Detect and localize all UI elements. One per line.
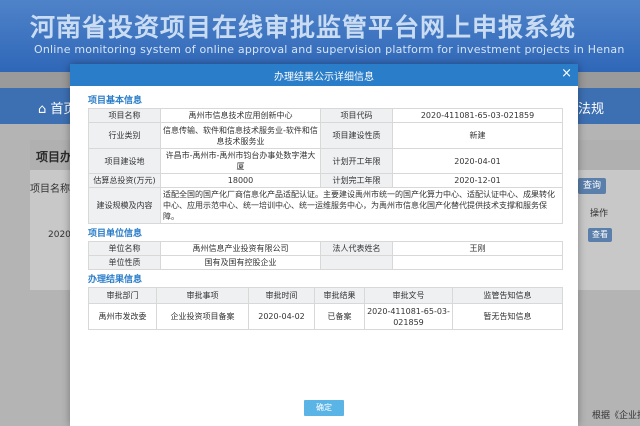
empty-cell [320, 255, 393, 270]
table-row: 单位名称 禹州信息产业投资有限公司 法人代表姓名 王刚 [88, 241, 563, 256]
value-project-name: 禹州市信息技术应用创新中心 [160, 108, 321, 123]
modal-titlebar: 办理结果公示详细信息 × [70, 64, 578, 86]
value-project-code: 2020-411081-65-03-021859 [392, 108, 563, 123]
label-scale: 建设规模及内容 [88, 187, 161, 224]
label-industry: 行业类别 [88, 122, 161, 149]
home-icon: ⌂ [38, 102, 47, 117]
table-cell-year: 2020 [48, 230, 71, 240]
table-row: 单位性质 国有及国有控股企业 [88, 255, 563, 270]
table-row: 禹州市发改委 企业投资项目备案 2020-04-02 已备案 2020-4110… [88, 303, 563, 330]
value-planned-finish: 2020-12-01 [392, 173, 563, 188]
value-unit-name: 禹州信息产业投资有限公司 [160, 241, 321, 256]
value-scale: 适配全国的国产化厂商信息化产品适配认证。主要建设禹州市统一的国产化算力中心、适配… [160, 187, 563, 224]
label-unit-name: 单位名称 [88, 241, 161, 256]
label-unit-nature: 单位性质 [88, 255, 161, 270]
value-construction-nature: 新建 [392, 122, 563, 149]
view-button[interactable]: 查看 [588, 228, 612, 242]
value-total-investment: 18000 [160, 173, 321, 188]
value-unit-nature: 国有及国有控股企业 [160, 255, 321, 270]
value-planned-start: 2020-04-01 [392, 148, 563, 174]
table-row: 行业类别 信息传输、软件和信息技术服务业-软件和信息技术服务业 项目建设性质 新… [88, 122, 563, 149]
header-time: 审批时间 [248, 287, 315, 304]
label-location: 项目建设地 [88, 148, 161, 174]
header-result: 审批结果 [314, 287, 365, 304]
operation-header: 操作 [590, 209, 609, 219]
label-legal-rep: 法人代表姓名 [320, 241, 393, 256]
site-title: 河南省投资项目在线审批监管平台网上申报系统 [30, 13, 577, 42]
basic-info-title: 项目基本信息 [88, 96, 143, 106]
query-button[interactable]: 查询 [578, 178, 606, 194]
footer-note: 根据《企业投 [592, 411, 640, 421]
table-header-row: 审批部门 审批事项 审批时间 审批结果 审批文号 监管告知信息 [88, 287, 563, 304]
value-location: 许昌市-禹州市-禹州市钧台办事处数字港大厦 [160, 148, 321, 174]
label-project-name: 项目名称 [88, 108, 161, 123]
label-total-investment: 估算总投资(万元) [88, 173, 161, 188]
cell-supervision: 暂无告知信息 [452, 303, 563, 330]
cell-result: 已备案 [314, 303, 365, 330]
table-row: 估算总投资(万元) 18000 计划完工年限 2020-12-01 [88, 173, 563, 188]
unit-info-table: 单位名称 禹州信息产业投资有限公司 法人代表姓名 王刚 单位性质 国有及国有控股… [88, 241, 563, 270]
cell-time: 2020-04-02 [248, 303, 315, 330]
result-info-title: 办理结果信息 [88, 275, 143, 285]
table-row: 项目名称 禹州市信息技术应用创新中心 项目代码 2020-411081-65-0… [88, 108, 563, 123]
header-doc-no: 审批文号 [364, 287, 453, 304]
cell-dept: 禹州市发改委 [88, 303, 157, 330]
modal-title: 办理结果公示详细信息 [274, 72, 374, 83]
result-detail-modal: 办理结果公示详细信息 × 项目基本信息 项目名称 禹州市信息技术应用创新中心 项… [70, 64, 578, 426]
label-project-code: 项目代码 [320, 108, 393, 123]
table-row: 项目建设地 许昌市-禹州市-禹州市钧台办事处数字港大厦 计划开工年限 2020-… [88, 148, 563, 174]
header-dept: 审批部门 [88, 287, 157, 304]
confirm-button[interactable]: 确定 [304, 400, 344, 416]
site-subtitle: Online monitoring system of online appro… [34, 43, 625, 56]
label-planned-finish: 计划完工年限 [320, 173, 393, 188]
table-row: 建设规模及内容 适配全国的国产化厂商信息化产品适配认证。主要建设禹州市统一的国产… [88, 187, 563, 224]
cell-doc-no: 2020-411081-65-03-021859 [364, 303, 453, 330]
value-industry: 信息传输、软件和信息技术服务业-软件和信息技术服务业 [160, 122, 321, 149]
nav-regulations[interactable]: 法规 [578, 98, 604, 117]
result-info-table: 审批部门 审批事项 审批时间 审批结果 审批文号 监管告知信息 禹州市发改委 企… [88, 287, 563, 330]
empty-cell [392, 255, 563, 270]
cell-item: 企业投资项目备案 [156, 303, 249, 330]
label-planned-start: 计划开工年限 [320, 148, 393, 174]
modal-body: 项目基本信息 项目名称 禹州市信息技术应用创新中心 项目代码 2020-4110… [88, 94, 563, 394]
value-legal-rep: 王刚 [392, 241, 563, 256]
unit-info-title: 项目单位信息 [88, 229, 143, 239]
header-supervision: 监管告知信息 [452, 287, 563, 304]
header-item: 审批事项 [156, 287, 249, 304]
label-construction-nature: 项目建设性质 [320, 122, 393, 149]
close-icon[interactable]: × [561, 67, 572, 81]
basic-info-table: 项目名称 禹州市信息技术应用创新中心 项目代码 2020-411081-65-0… [88, 108, 563, 224]
